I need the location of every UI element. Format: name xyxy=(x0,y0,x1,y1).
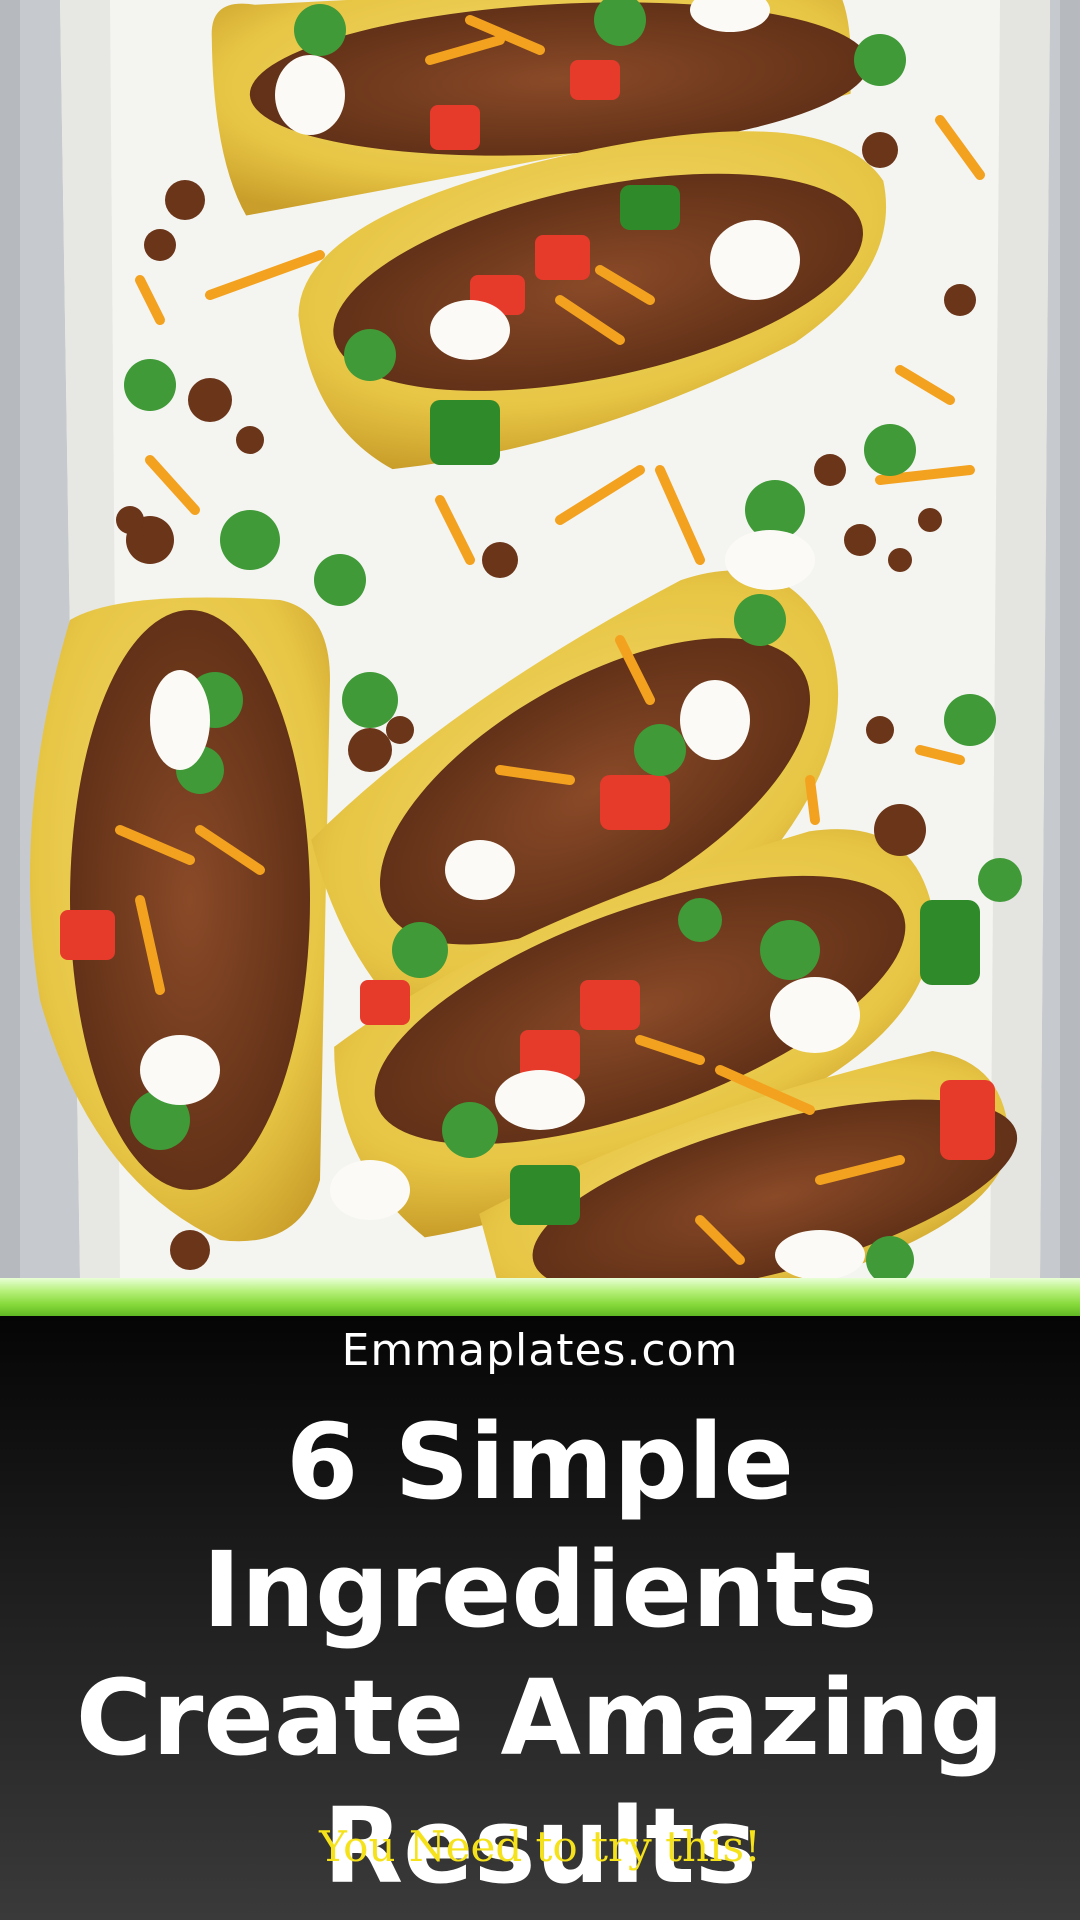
site-name: Emmaplates.com xyxy=(341,1325,739,1376)
accent-bar xyxy=(0,1278,1080,1316)
tagline: You Need to try this! xyxy=(319,1822,761,1871)
hero-photo xyxy=(0,0,1080,1278)
